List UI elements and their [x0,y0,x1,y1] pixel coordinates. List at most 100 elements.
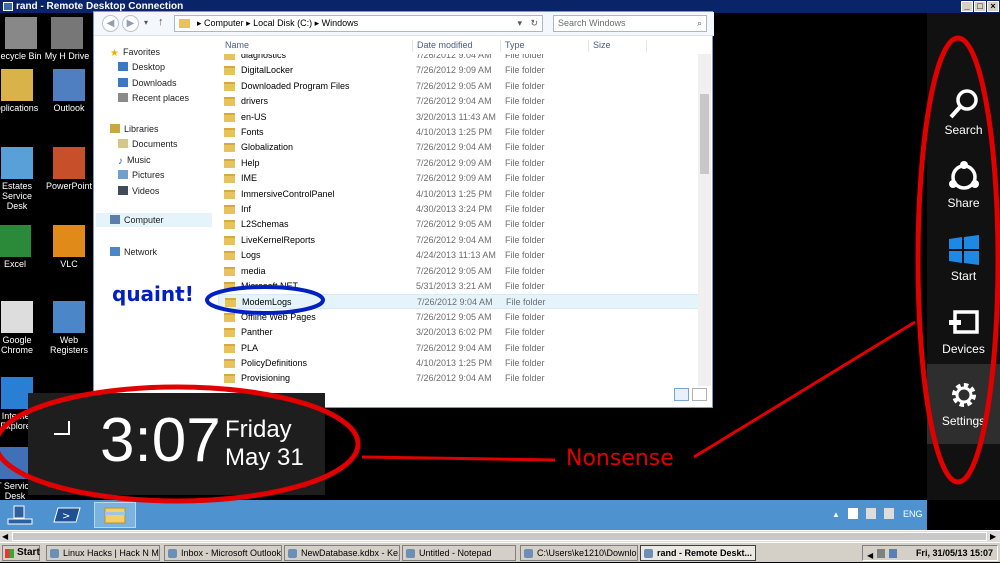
navigation-pane: ★ Favorites Desktop Downloads Recent plac… [94,37,214,409]
desktop-icon[interactable]: Web Registers [46,301,92,355]
column-name[interactable]: Name [221,40,413,52]
nav-downloads[interactable]: Downloads [118,76,177,90]
file-row[interactable]: diagnostics 7/26/2012 9:04 AM File folder [218,54,698,63]
taskbar-server-manager[interactable] [2,502,38,528]
file-row[interactable]: Offline Web Pages 7/26/2012 9:05 AM File f… [218,310,698,325]
file-row[interactable]: drivers 7/26/2012 9:04 AM File folder [218,94,698,109]
breadcrumb-disk[interactable]: Local Disk (C:) [253,18,312,28]
scrollbar-thumb[interactable] [700,94,709,174]
nav-network[interactable]: Network [110,245,157,259]
file-row[interactable]: LiveKernelReports 7/26/2012 9:04 AM File f… [218,233,698,248]
file-row[interactable]: Inf 4/30/2013 3:24 PM File folder [218,202,698,217]
start-button[interactable]: Start [2,545,40,561]
file-row[interactable]: PolicyDefinitions 4/10/2013 1:25 PM File f… [218,356,698,371]
address-input[interactable]: ▸ Computer ▸ Local Disk (C:) ▸ Windows ▾… [174,15,543,32]
refresh-icon[interactable]: ↻ [530,16,538,31]
nav-pictures[interactable]: Pictures [118,168,165,182]
desktop-icon[interactable]: PowerPoint [46,147,92,191]
nav-recent[interactable]: Recent places [118,91,189,105]
taskbar-task-button[interactable]: Linux Hacks | Hack N Mo... [46,545,160,561]
nav-favorites[interactable]: ★ Favorites [110,45,160,59]
close-button[interactable]: × [987,1,999,12]
breadcrumb-windows[interactable]: Windows [322,18,359,28]
language-indicator[interactable]: ENG [903,509,923,519]
taskbar-task-button[interactable]: Inbox - Microsoft Outlook [164,545,282,561]
desktop-icon[interactable]: pplications [0,69,40,113]
scroll-right-icon[interactable]: ▶ [990,532,996,541]
file-row[interactable]: L2Schemas 7/26/2012 9:05 AM File folder [218,217,698,232]
horizontal-scroll-thumb[interactable] [12,532,987,541]
maximize-button[interactable]: □ [974,1,986,12]
nav-videos[interactable]: Videos [118,184,159,198]
charm-search[interactable]: Search [927,79,1000,152]
network-tray-icon[interactable] [866,508,876,519]
volume-tray-icon[interactable] [884,508,894,519]
file-row[interactable]: ImmersiveControlPanel 4/10/2013 1:25 PM Fi… [218,187,698,202]
vertical-scrollbar[interactable] [698,54,711,386]
minimize-button[interactable]: _ [961,1,973,12]
file-row[interactable]: Panther 3/20/2013 6:02 PM File folder [218,325,698,340]
desktop-icon[interactable]: Outlook [46,69,92,113]
up-arrow-icon[interactable]: ↑ [158,16,164,28]
desktop-icon[interactable]: Estates Service Desk [0,147,40,211]
clock-date: May 31 [225,444,304,471]
large-icons-view-icon[interactable] [692,388,707,401]
nav-desktop[interactable]: Desktop [118,60,165,74]
column-type[interactable]: Type [501,40,589,52]
taskbar-task-button[interactable]: Untitled - Notepad [402,545,516,561]
file-row[interactable]: en-US 3/20/2013 11:43 AM File folder [218,110,698,125]
nav-libraries[interactable]: Libraries [110,122,159,136]
file-row[interactable]: DigitalLocker 7/26/2012 9:09 AM File folde… [218,63,698,78]
tray-overflow-icon[interactable]: ▲ [832,510,840,519]
desktop-icon[interactable]: ecycle Bin [0,17,44,61]
details-view-icon[interactable] [674,388,689,401]
file-type: File folder [505,234,545,245]
folder-icon [224,66,235,76]
search-input[interactable]: Search Windows ⌕ [553,15,707,32]
taskbar-task-button[interactable]: C:\Users\ke1210\Downlo... [520,545,638,561]
charm-devices[interactable]: Devices [927,298,1000,371]
nav-computer[interactable]: Computer [96,213,212,227]
volume-icon[interactable] [877,549,885,558]
column-date[interactable]: Date modified [413,40,501,52]
charm-share[interactable]: Share [927,152,1000,225]
charm-settings[interactable]: Settings [927,364,1000,444]
column-size[interactable]: Size [589,40,647,52]
tray-expand-icon[interactable]: ◀ [867,549,873,563]
network-icon[interactable] [889,549,897,558]
file-row[interactable]: Help 7/26/2012 9:09 AM File folder [218,156,698,171]
file-row[interactable]: IME 7/26/2012 9:09 AM File folder [218,171,698,186]
file-row[interactable]: PLA 7/26/2012 9:04 AM File folder [218,341,698,356]
desktop-icon-label: Estates Service Desk [1,181,32,211]
file-row[interactable]: Globalization 7/26/2012 9:04 AM File folde… [218,140,698,155]
breadcrumb-computer[interactable]: Computer [204,18,244,28]
file-row[interactable]: media 7/26/2012 9:05 AM File folder [218,264,698,279]
taskbar-explorer[interactable] [94,502,136,528]
taskbar-task-button[interactable]: NewDatabase.kdbx - Ke... [284,545,400,561]
nav-music[interactable]: ♪ Music [118,153,151,167]
taskbar-task-button[interactable]: rand - Remote Deskt... [640,545,756,561]
recent-dropdown-icon[interactable]: ▾ [144,18,148,27]
system-clock[interactable]: Fri, 31/05/13 15:07 [916,548,993,558]
address-dropdown-icon[interactable]: ▾ [517,16,522,31]
charm-start[interactable]: Start [927,225,1000,298]
action-center-flag-icon[interactable] [848,508,858,519]
back-button[interactable]: ◀ [102,15,119,32]
rdp-horizontal-scrollbar[interactable]: ◀ ▶ [0,530,1000,542]
taskbar-powershell[interactable]: > [50,502,86,528]
file-row[interactable]: Logs 4/24/2013 11:13 AM File folder [218,248,698,263]
file-type: File folder [505,358,545,368]
file-date: 4/10/2013 1:25 PM [416,358,493,368]
nav-documents[interactable]: Documents [118,137,178,151]
desktop-icon[interactable]: VLC [46,225,92,269]
desktop-icon[interactable]: Excel [0,225,38,269]
file-row[interactable]: Fonts 4/10/2013 1:25 PM File folder [218,125,698,140]
scroll-left-icon[interactable]: ◀ [2,532,8,541]
file-row[interactable]: Downloaded Program Files 7/26/2012 9:05 A… [218,79,698,94]
forward-button[interactable]: ▶ [122,15,139,32]
desktop-icon[interactable]: Google Chrome [0,301,40,355]
file-row[interactable]: Provisioning 7/26/2012 9:04 AM File folder [218,371,698,386]
file-row[interactable]: Microsoft.NET 5/31/2013 3:21 AM File folde… [218,279,698,294]
desktop-icon[interactable]: My H Drive [44,17,90,61]
file-row[interactable]: ModemLogs 7/26/2012 9:04 AM File folder [218,294,698,310]
